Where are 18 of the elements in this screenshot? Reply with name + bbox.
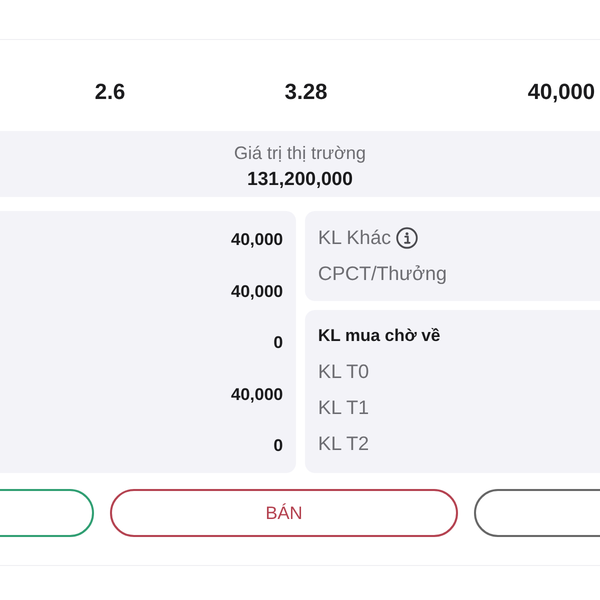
volume-value: 0	[274, 332, 283, 354]
volume-label: KL T1	[318, 396, 369, 420]
summary-value: 40,000	[528, 79, 595, 104]
volume-value: 40,000	[231, 229, 283, 251]
info-icon[interactable]	[396, 227, 418, 249]
market-value-label: Giá trị thị trường	[234, 142, 366, 165]
section-title: KL mua chờ về	[318, 325, 440, 347]
summary-value: 2.6	[94, 79, 126, 104]
volume-value: 0	[274, 435, 283, 457]
volume-value: 40,000	[231, 384, 283, 406]
sell-button[interactable]: BÁN	[110, 489, 458, 537]
volume-label: CPCT/Thưởng	[318, 262, 447, 286]
market-value: 131,200,000	[247, 168, 353, 192]
volume-label: KL Khác	[318, 226, 391, 250]
volume-label: KL T2	[318, 432, 369, 456]
summary-value: 3.28	[284, 79, 328, 104]
volume-label: KL T0	[318, 360, 369, 384]
volume-value: 40,000	[231, 280, 283, 302]
